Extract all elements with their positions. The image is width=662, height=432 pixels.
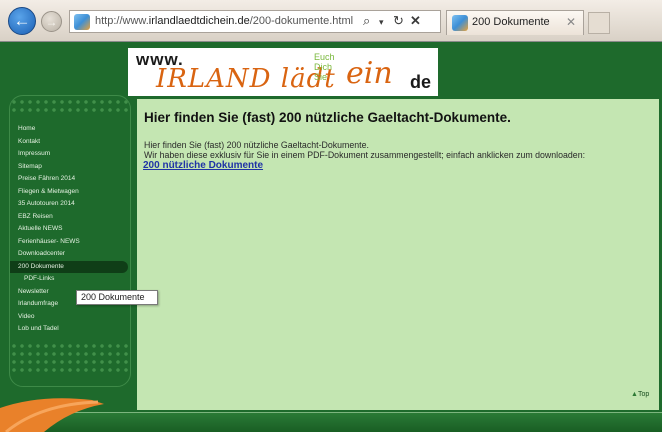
sidebar-item-home[interactable]: Home [10, 123, 130, 136]
intro-text: Hier finden Sie (fast) 200 nützliche Gae… [144, 140, 369, 150]
sidebar-navigation: Home Kontakt Impressum Sitemap Preise Fähren… [9, 95, 131, 387]
logo-small-words: Euch Dich Sie [314, 52, 335, 82]
sidebar-item-ferienh-user-news[interactable]: Ferienhäuser- NEWS [10, 236, 130, 249]
arrow-right-icon: → [45, 14, 58, 29]
logo-ein: ein [346, 56, 393, 91]
sidebar-item-sitemap[interactable]: Sitemap [10, 161, 130, 174]
new-tab-button[interactable] [588, 12, 610, 34]
sidebar-item-preise-f-hren-2014[interactable]: Preise Fähren 2014 [10, 173, 130, 186]
logo-de: de [410, 72, 432, 92]
triangle-up-icon: ▲ [631, 391, 638, 398]
back-to-top-link[interactable]: ▲Top [631, 391, 649, 398]
page-title: Hier finden Sie (fast) 200 nützliche Gae… [144, 110, 511, 125]
sidebar-item-pdf-links[interactable]: PDF-Links [10, 273, 130, 286]
sidebar-item-35-autotouren-2014[interactable]: 35 Autotouren 2014 [10, 198, 130, 211]
forward-button[interactable]: → [41, 11, 62, 32]
url-text[interactable]: http://www.irlandlaedtdichein.de/200-dok… [95, 15, 357, 27]
tab-close-icon[interactable]: ✕ [566, 15, 576, 29]
sidebar-item-lob-und-tadel[interactable]: Lob und Tadel [10, 323, 130, 336]
back-button[interactable]: ← [8, 7, 36, 35]
logo-main: IRLAND lädt [156, 64, 336, 94]
main-content: Hier finden Sie (fast) 200 nützliche Gae… [137, 99, 659, 410]
sidebar-item-aktuelle-news[interactable]: Aktuelle NEWS [10, 223, 130, 236]
search-icon[interactable]: ⌕ [363, 13, 370, 29]
sidebar-item-downloadcenter[interactable]: Downloadcenter [10, 248, 130, 261]
stop-icon[interactable]: ✕ [410, 13, 421, 29]
sidebar-item-200-dokumente[interactable]: 200 Dokumente [10, 260, 128, 273]
orange-swoosh-decoration [0, 398, 104, 432]
sidebar-dot-pattern [10, 98, 130, 116]
browser-tab[interactable]: 200 Dokumente ✕ [446, 10, 584, 35]
tooltip: 200 Dokumente [76, 290, 158, 305]
tab-favicon-icon [452, 15, 468, 31]
arrow-left-icon: ← [13, 11, 31, 30]
sidebar-item-kontakt[interactable]: Kontakt [10, 136, 130, 149]
refresh-icon[interactable]: ↻ [393, 13, 404, 29]
sidebar-dot-pattern [10, 342, 130, 372]
site-logo-banner[interactable]: www. IRLAND lädt Euch Dich Sie ein de [128, 48, 438, 96]
sidebar-item-video[interactable]: Video [10, 311, 130, 324]
download-link[interactable]: 200 nützliche Dokumente [143, 160, 263, 171]
site-favicon-icon [74, 14, 90, 30]
sidebar-item-ebz-reisen[interactable]: EBZ Reisen [10, 211, 130, 224]
sidebar-item-fliegen-mietwagen[interactable]: Fliegen & Mietwagen [10, 186, 130, 199]
address-bar[interactable]: http://www.irlandlaedtdichein.de/200-dok… [69, 10, 441, 33]
tab-title: 200 Dokumente [472, 16, 550, 28]
sidebar-item-impressum[interactable]: Impressum [10, 148, 130, 161]
browser-toolbar: ← → http://www.irlandlaedtdichein.de/200… [0, 0, 662, 42]
chevron-down-icon[interactable]: ▾ [379, 17, 384, 28]
description-text: Wir haben diese exklusiv für Sie in eine… [144, 150, 586, 160]
